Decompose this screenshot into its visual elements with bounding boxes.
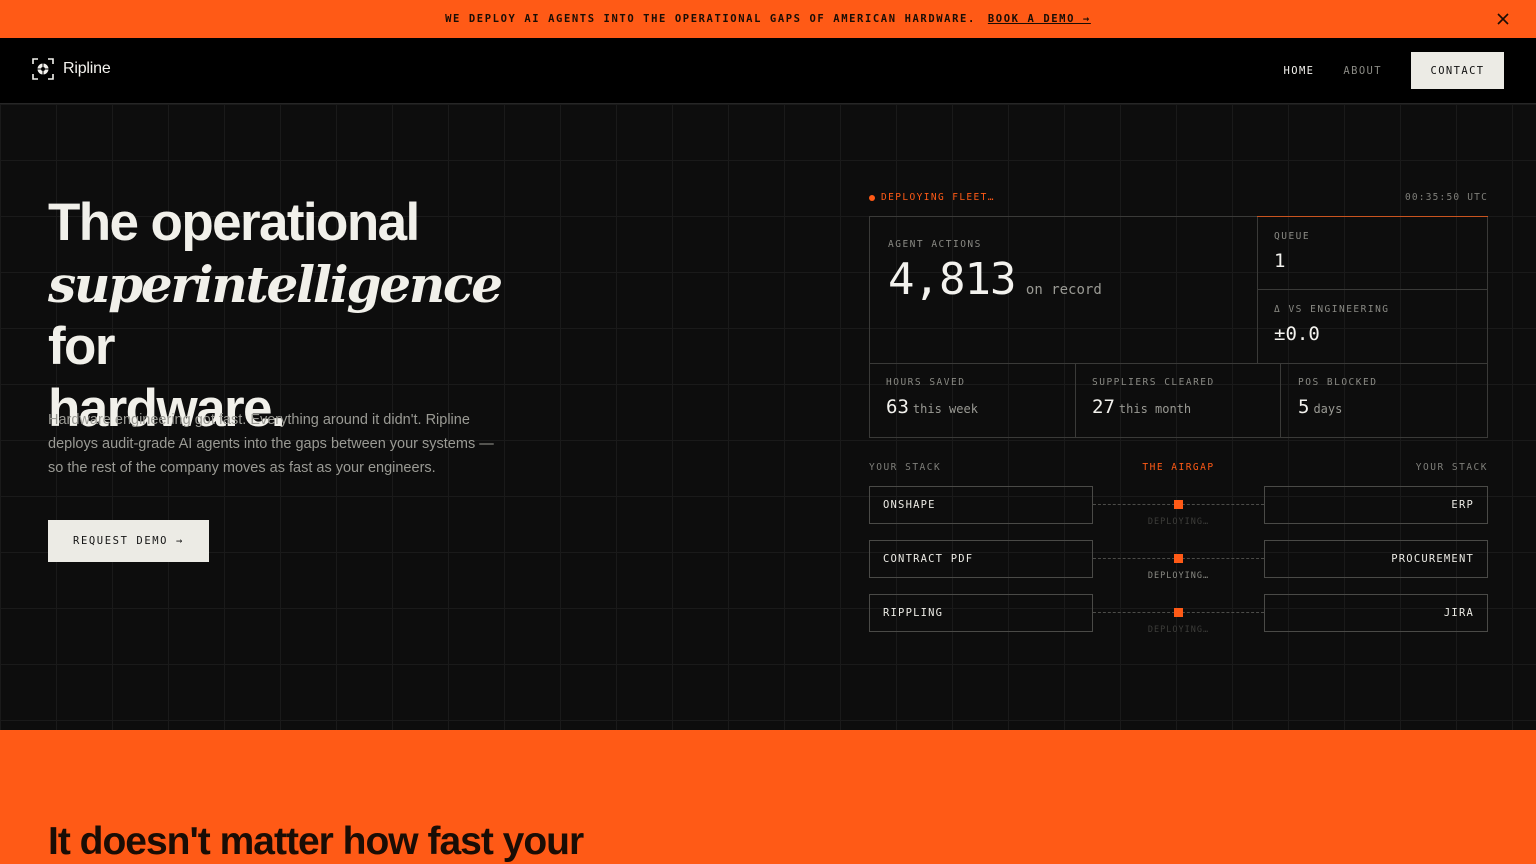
metrics-grid: AGENT ACTIONS 4,813 on record QUEUE 1 Δ …: [869, 216, 1488, 438]
suppliers-value: 27: [1092, 396, 1115, 418]
hero-title-italic: superintelligence: [48, 255, 503, 314]
delta-metric: Δ VS ENGINEERING ±0.0: [1274, 304, 1390, 345]
airgap-label: THE AIRGAP: [1142, 462, 1215, 473]
stack-row: CONTRACT PDF DEPLOYING… PROCUREMENT: [869, 540, 1488, 581]
pos-blocked-label: POS BLOCKED: [1298, 377, 1378, 388]
deploy-status: DEPLOYING FLEET…: [869, 192, 995, 203]
hours-saved-unit: this week: [912, 402, 978, 416]
dashboard-header: DEPLOYING FLEET… 00:35:50 UTC: [869, 192, 1488, 206]
nav-link-about[interactable]: ABOUT: [1343, 65, 1382, 77]
problem-section: It doesn't matter how fast your: [0, 730, 1536, 864]
hero-section: The operational superintelligence for ha…: [0, 104, 1536, 730]
agent-actions-metric: AGENT ACTIONS 4,813 on record: [888, 239, 1102, 305]
dashboard-time: 00:35:50 UTC: [1404, 192, 1488, 203]
suppliers-unit: this month: [1118, 402, 1192, 416]
pos-blocked-unit: days: [1313, 402, 1343, 416]
hero-description: Hardware engineering got fast. Everythin…: [48, 412, 494, 476]
row-status: DEPLOYING…: [1147, 625, 1210, 635]
agent-actions-unit: on record: [1025, 282, 1102, 298]
pos-blocked-value: 5: [1298, 396, 1310, 418]
divider: [1280, 363, 1281, 437]
agent-actions-value: 4,813: [888, 254, 1016, 305]
logo[interactable]: Ripline: [32, 58, 111, 80]
request-demo-button[interactable]: REQUEST DEMO →: [48, 520, 209, 562]
stack-item-right[interactable]: JIRA: [1264, 594, 1488, 632]
hero-title-line1: The operational: [48, 193, 420, 252]
contact-button[interactable]: CONTACT: [1411, 52, 1504, 89]
logo-icon: [32, 58, 54, 80]
stack-labels: YOUR STACK THE AIRGAP YOUR STACK: [869, 462, 1488, 476]
brand-name: Ripline: [63, 60, 111, 77]
nav-links: HOME ABOUT CONTACT: [1284, 52, 1504, 89]
stack-item-right[interactable]: ERP: [1264, 486, 1488, 524]
nav-link-home[interactable]: HOME: [1284, 65, 1315, 77]
stack-row: ONSHAPE DEPLOYING… ERP: [869, 486, 1488, 527]
divider: [1075, 363, 1076, 437]
agent-node-icon: [1174, 554, 1183, 563]
hero-title: The operational superintelligence for ha…: [48, 192, 568, 440]
book-demo-link[interactable]: BOOK A DEMO →: [988, 13, 1091, 25]
pos-blocked-metric: POS BLOCKED 5 days: [1298, 377, 1377, 418]
stack-right-label: YOUR STACK: [1415, 462, 1488, 473]
stack-item-left[interactable]: ONSHAPE: [869, 486, 1093, 524]
stack-item-right[interactable]: PROCUREMENT: [1264, 540, 1488, 578]
announcement-bar: WE DEPLOY AI AGENTS INTO THE OPERATIONAL…: [0, 0, 1536, 38]
divider: [870, 363, 1487, 364]
agent-node-icon: [1174, 608, 1183, 617]
divider: [1257, 289, 1488, 290]
suppliers-metric: SUPPLIERS CLEARED 27 this month: [1092, 377, 1215, 418]
hours-saved-value: 63: [886, 396, 909, 418]
agent-node-icon: [1174, 500, 1183, 509]
stack-item-left[interactable]: RIPPLING: [869, 594, 1093, 632]
delta-label: Δ VS ENGINEERING: [1274, 304, 1390, 315]
fleet-dashboard: DEPLOYING FLEET… 00:35:50 UTC AGENT ACTI…: [869, 192, 1488, 635]
queue-value: 1: [1274, 250, 1286, 272]
hours-saved-metric: HOURS SAVED 63 this week: [886, 377, 978, 418]
accent-line: [1257, 216, 1488, 217]
hero-title-for: for: [48, 317, 115, 376]
stack-row: RIPPLING DEPLOYING… JIRA: [869, 594, 1488, 635]
hours-saved-label: HOURS SAVED: [886, 377, 966, 388]
section-title: It doesn't matter how fast your: [48, 820, 584, 863]
suppliers-label: SUPPLIERS CLEARED: [1092, 377, 1215, 388]
divider: [1257, 217, 1258, 363]
stack-item-left[interactable]: CONTRACT PDF: [869, 540, 1093, 578]
top-nav: Ripline HOME ABOUT CONTACT: [0, 38, 1536, 104]
row-status: DEPLOYING…: [1147, 517, 1210, 527]
announcement-text: WE DEPLOY AI AGENTS INTO THE OPERATIONAL…: [445, 13, 976, 25]
queue-metric: QUEUE 1: [1274, 231, 1310, 272]
deploy-status-text: DEPLOYING FLEET…: [881, 192, 995, 203]
status-dot-icon: [869, 194, 875, 201]
queue-label: QUEUE: [1274, 231, 1311, 242]
agent-actions-label: AGENT ACTIONS: [888, 239, 982, 250]
delta-value: ±0.0: [1274, 323, 1320, 345]
row-status: DEPLOYING…: [1147, 571, 1210, 581]
close-icon[interactable]: [1496, 12, 1510, 26]
